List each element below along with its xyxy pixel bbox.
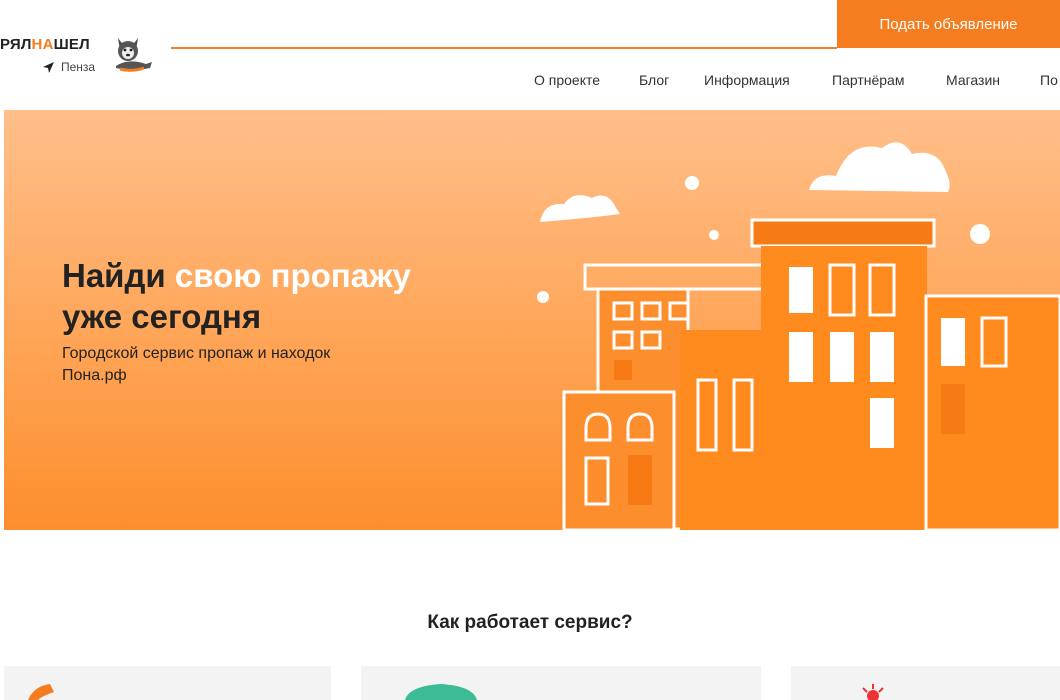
logo[interactable]: РЯЛНАШЕЛ	[0, 36, 90, 53]
nav-item-more[interactable]: По	[1040, 72, 1058, 88]
how-it-works-title: Как работает сервис?	[427, 612, 633, 633]
nav-item-blog[interactable]: Блог	[639, 72, 669, 88]
step-icon	[862, 684, 884, 700]
nav-item-about[interactable]: О проекте	[534, 72, 600, 88]
cloud-icon	[540, 195, 620, 222]
nav-item-shop[interactable]: Магазин	[946, 72, 1000, 88]
cloud-icon	[809, 142, 950, 192]
step-icon	[28, 684, 54, 700]
nav-item-partners[interactable]: Партнёрам	[832, 72, 904, 88]
step-icon	[405, 684, 477, 700]
site-header: РЯЛНАШЕЛ Пенза Подать объявление О проек…	[0, 0, 1060, 110]
post-ad-button[interactable]: Подать объявление	[837, 0, 1060, 48]
how-card-3[interactable]	[791, 666, 1060, 700]
hero-banner: Найди свою пропажу уже сегодня Городской…	[4, 110, 1060, 530]
main-nav: О проекте Блог Информация Партнёрам Мага…	[0, 72, 1060, 92]
hero-title: Найди свою пропажу уже сегодня	[62, 257, 411, 335]
how-card-2[interactable]	[361, 666, 761, 700]
how-card-1[interactable]	[4, 666, 331, 700]
hero-subtitle: Городской сервис пропаж и находок Пона.р…	[62, 345, 331, 384]
nav-item-info[interactable]: Информация	[704, 72, 790, 88]
hero-title-highlight: свою пропажу	[174, 257, 411, 294]
header-divider	[171, 47, 837, 49]
logo-text: РЯЛНАШЕЛ	[0, 36, 90, 53]
husky-mascot-icon	[116, 38, 152, 72]
